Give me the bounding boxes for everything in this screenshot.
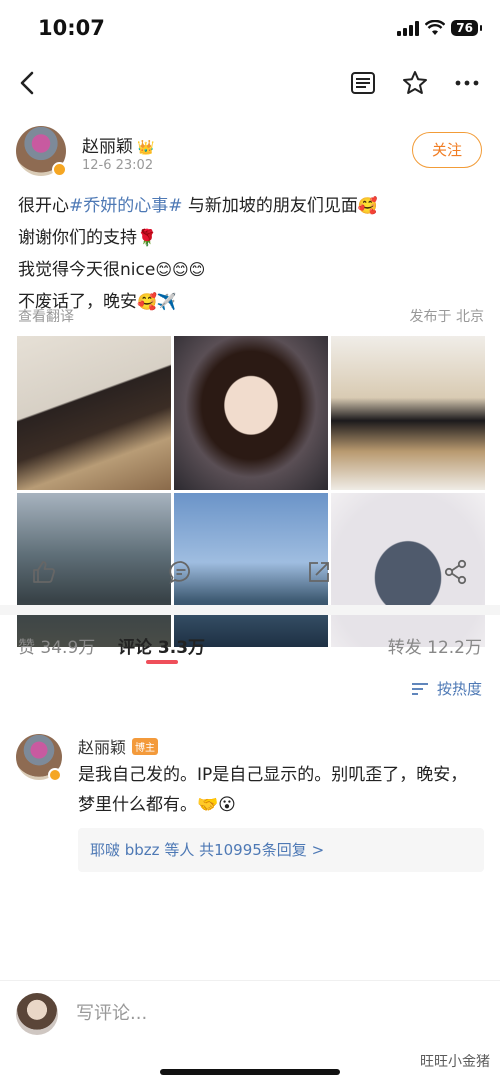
sort-button[interactable]: 按热度	[411, 678, 482, 699]
follow-button[interactable]: 关注	[412, 132, 482, 168]
reader-icon[interactable]	[350, 70, 376, 96]
post-line-3: 我觉得今天很nice😊😊😊	[18, 254, 488, 286]
post-line-2: 谢谢你们的支持🌹	[18, 222, 488, 254]
post-actions	[0, 555, 500, 595]
status-bar: 10:07 76	[0, 0, 500, 58]
post-line-3-text: 我觉得今天很nice	[18, 260, 156, 280]
sort-label: 按热度	[436, 680, 482, 698]
post-location: 发布于 北京	[409, 309, 484, 325]
post-line-1-suffix: 与新加坡的朋友们见面	[182, 196, 358, 216]
hashtag-link[interactable]: #乔妍的心事#	[69, 196, 183, 216]
more-icon[interactable]	[454, 70, 480, 96]
post-text: 很开心#乔妍的心事# 与新加坡的朋友们见面🥰 谢谢你们的支持🌹 我觉得今天很ni…	[18, 190, 488, 318]
author-name[interactable]: 赵丽颖 👑	[82, 132, 154, 157]
crown-icon: 👑	[137, 140, 155, 156]
replies-link[interactable]: 耶啵 bbzz 等人 共10995条回复 >	[78, 828, 484, 872]
photo-2[interactable]	[174, 336, 328, 490]
battery-indicator: 76	[451, 20, 482, 36]
star-icon[interactable]	[402, 70, 428, 96]
like-icon[interactable]	[31, 559, 57, 585]
status-icons: 76	[397, 20, 482, 36]
watermark: 旺旺小金猪	[420, 1054, 490, 1070]
emoji: 🌹	[137, 228, 157, 247]
photo-1[interactable]	[17, 336, 171, 490]
status-time: 10:07	[38, 16, 105, 40]
comment-icon[interactable]	[168, 559, 194, 585]
top-nav	[0, 58, 500, 110]
comment-input[interactable]: 写评论...	[76, 999, 147, 1025]
tab-likes[interactable]: 赞 34.9万	[18, 633, 95, 658]
post-line-2-text: 谢谢你们的支持	[18, 228, 137, 248]
avatar	[16, 993, 58, 1035]
emoji: 😊😊😊	[155, 260, 206, 279]
wifi-icon	[425, 20, 446, 35]
post-meta: 查看翻译 发布于 北京	[18, 306, 484, 326]
comment-text: 是我自己发的。IP是自己显示的。别叽歪了，晚安，梦里什么都有。🤝😮	[78, 765, 468, 815]
repost-icon[interactable]	[306, 559, 332, 585]
comment-author-text: 赵丽颖	[78, 738, 127, 757]
translate-link[interactable]: 查看翻译	[18, 309, 74, 325]
emoji: 🥰	[357, 196, 378, 215]
share-icon[interactable]	[443, 559, 469, 585]
verified-badge-icon	[52, 162, 67, 177]
author-name-text: 赵丽颖	[82, 137, 133, 157]
sort-row: 按热度	[0, 678, 500, 708]
tab-reposts[interactable]: 转发 12.2万	[388, 633, 482, 658]
photo-grid	[17, 336, 485, 647]
bottom-bar: 写评论... 旺旺小金猪	[0, 980, 500, 1082]
back-icon[interactable]	[14, 68, 44, 98]
sort-icon	[411, 682, 428, 695]
signal-icon	[397, 20, 420, 36]
home-indicator	[160, 1069, 340, 1075]
stats-tabs: 赞 34.9万 评论 3.3万 转发 12.2万	[0, 615, 500, 677]
post-author: 赵丽颖 👑 12-6 23:02 关注	[16, 126, 484, 180]
comment-author[interactable]: 赵丽颖 博主	[78, 734, 159, 758]
post-time: 12-6 23:02	[82, 158, 154, 173]
tab-comments[interactable]: 评论 3.3万	[118, 633, 205, 658]
section-divider	[0, 605, 500, 615]
post-line-1-prefix: 很开心	[18, 196, 69, 216]
photo-3[interactable]	[331, 336, 485, 490]
author-badge: 博主	[132, 738, 159, 755]
post-line-1: 很开心#乔妍的心事# 与新加坡的朋友们见面🥰	[18, 190, 488, 222]
verified-badge-icon	[48, 768, 62, 782]
tab-underline	[146, 660, 178, 664]
